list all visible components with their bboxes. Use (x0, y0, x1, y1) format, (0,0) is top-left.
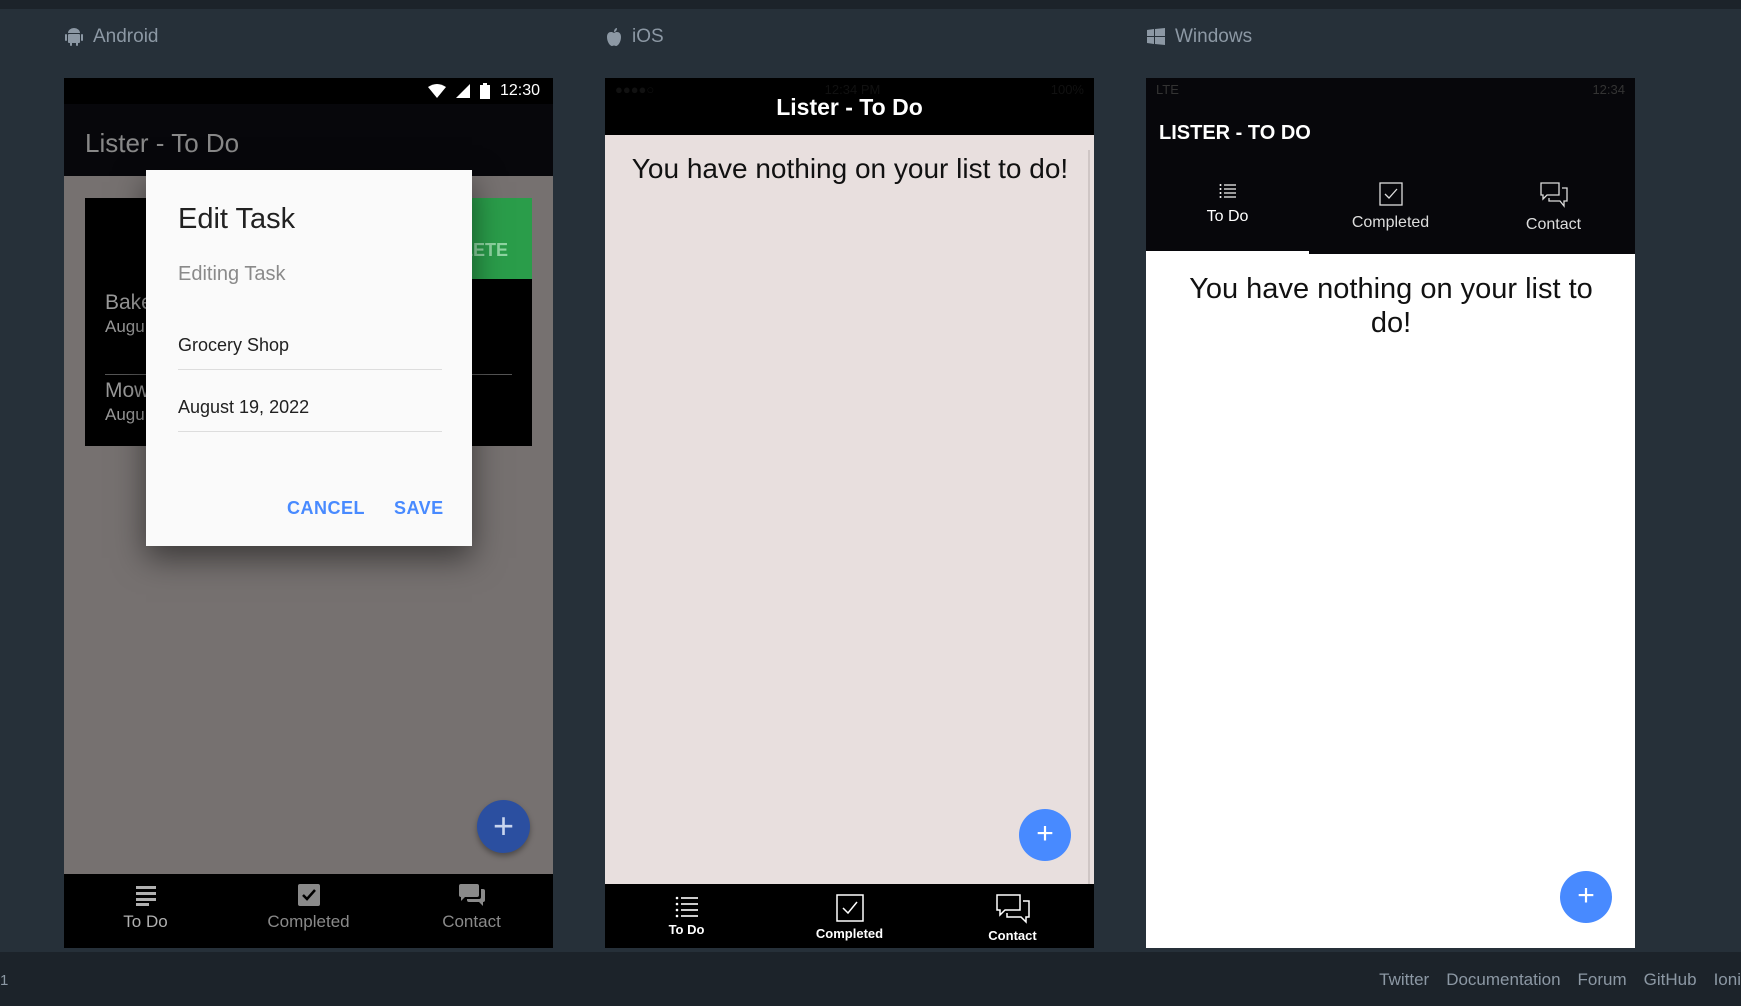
platform-label-android: Android (64, 24, 159, 50)
task-date-field[interactable]: August 19, 2022 (178, 386, 442, 432)
tab-label: Contact (988, 928, 1037, 943)
dialog-title: Edit Task (178, 203, 296, 235)
platform-label-text: iOS (632, 26, 664, 47)
footer-links: Twitter Documentation Forum GitHub Ioni (1379, 970, 1741, 990)
tab-bar: To Do Completed Contact (605, 884, 1094, 948)
chat-icon (1539, 182, 1568, 208)
tab-label: Completed (267, 912, 350, 931)
tab-contact[interactable]: Contact (931, 884, 1094, 948)
cancel-button[interactable]: CANCEL (287, 498, 365, 519)
platform-label-windows: Windows (1146, 24, 1252, 50)
page-title: LISTER - TO DO (1159, 122, 1311, 144)
list-icon (675, 896, 698, 918)
toolbar-title: Lister - To Do (85, 128, 240, 158)
tab-contact[interactable]: Contact (390, 874, 553, 948)
status-bar: 12:30 (64, 78, 553, 104)
scrollbar[interactable] (1088, 150, 1090, 940)
status-time: 12:34 (1592, 82, 1625, 97)
checkbox-icon (297, 884, 320, 906)
network-status: LTE (1156, 82, 1179, 97)
tab-completed[interactable]: Completed (227, 874, 390, 948)
tab-label: To Do (668, 922, 705, 937)
platform-label-text: Windows (1175, 26, 1253, 47)
edit-task-dialog: Edit Task Editing Task Grocery Shop Augu… (146, 170, 472, 546)
footer-left-text: 1 (0, 972, 9, 989)
apple-icon (607, 28, 621, 46)
tab-completed[interactable]: Completed (1309, 174, 1472, 254)
android-icon (65, 28, 83, 46)
tab-todo[interactable]: To Do (64, 874, 227, 948)
list-icon (1219, 184, 1236, 198)
tab-label: Completed (815, 926, 884, 941)
windows-icon (1147, 28, 1165, 45)
signal-icon (455, 84, 470, 98)
footer-link-github[interactable]: GitHub (1644, 970, 1697, 990)
platform-label-text: Android (93, 26, 159, 47)
footer-link-ionic[interactable]: Ioni (1714, 970, 1741, 990)
add-task-fab[interactable]: + (1560, 871, 1612, 923)
list-icon (135, 886, 156, 906)
add-task-fab[interactable]: + (1019, 809, 1071, 861)
chat-icon (458, 884, 485, 906)
status-time: 12:30 (499, 82, 540, 99)
footer-link-documentation[interactable]: Documentation (1446, 970, 1560, 990)
add-task-fab[interactable]: + (477, 800, 530, 853)
chat-icon (995, 894, 1030, 924)
header: LTE 12:34 LISTER - TO DO To Do Completed (1146, 78, 1635, 254)
android-preview: 12:30 Lister - To Do PLETE Bake Augu Mow… (64, 78, 553, 948)
windows-preview: LTE 12:34 LISTER - TO DO To Do Completed (1146, 78, 1635, 948)
tab-todo[interactable]: To Do (605, 884, 768, 948)
tab-completed[interactable]: Completed (768, 884, 931, 948)
tab-label: Contact (442, 912, 501, 931)
navbar: ●●●●○ 12:34 PM 100% Lister - To Do (605, 78, 1094, 135)
tab-todo[interactable]: To Do (1146, 174, 1309, 254)
save-button[interactable]: SAVE (394, 498, 444, 519)
status-bar: LTE 12:34 (1146, 82, 1635, 98)
tab-label: To Do (1206, 208, 1249, 225)
task-name-field[interactable]: Grocery Shop (178, 324, 442, 370)
toolbar: Lister - To Do (64, 104, 553, 176)
empty-state-message: You have nothing on your list to do! (1189, 273, 1593, 339)
tab-label: To Do (123, 912, 168, 931)
tab-contact[interactable]: Contact (1472, 174, 1635, 254)
tab-label: Completed (1351, 214, 1430, 231)
ios-preview: ●●●●○ 12:34 PM 100% Lister - To Do You h… (605, 78, 1094, 948)
checkbox-icon (1378, 182, 1403, 206)
tab-bar: To Do Completed Contact (1146, 174, 1635, 254)
tab-label: Contact (1525, 216, 1582, 233)
tab-bar: To Do Completed Contact (64, 874, 553, 948)
wifi-icon (427, 84, 446, 98)
footer: 1 Twitter Documentation Forum GitHub Ion… (0, 952, 1741, 1006)
footer-link-forum[interactable]: Forum (1578, 970, 1627, 990)
platform-label-ios: iOS (605, 24, 664, 50)
battery-icon (479, 83, 490, 99)
page-title: Lister - To Do (776, 94, 923, 120)
empty-state-message: You have nothing on your list to do! (631, 153, 1069, 184)
checkbox-icon (835, 894, 864, 922)
dialog-subtitle: Editing Task (178, 263, 286, 285)
footer-link-twitter[interactable]: Twitter (1379, 970, 1429, 990)
top-strip (0, 0, 1741, 9)
